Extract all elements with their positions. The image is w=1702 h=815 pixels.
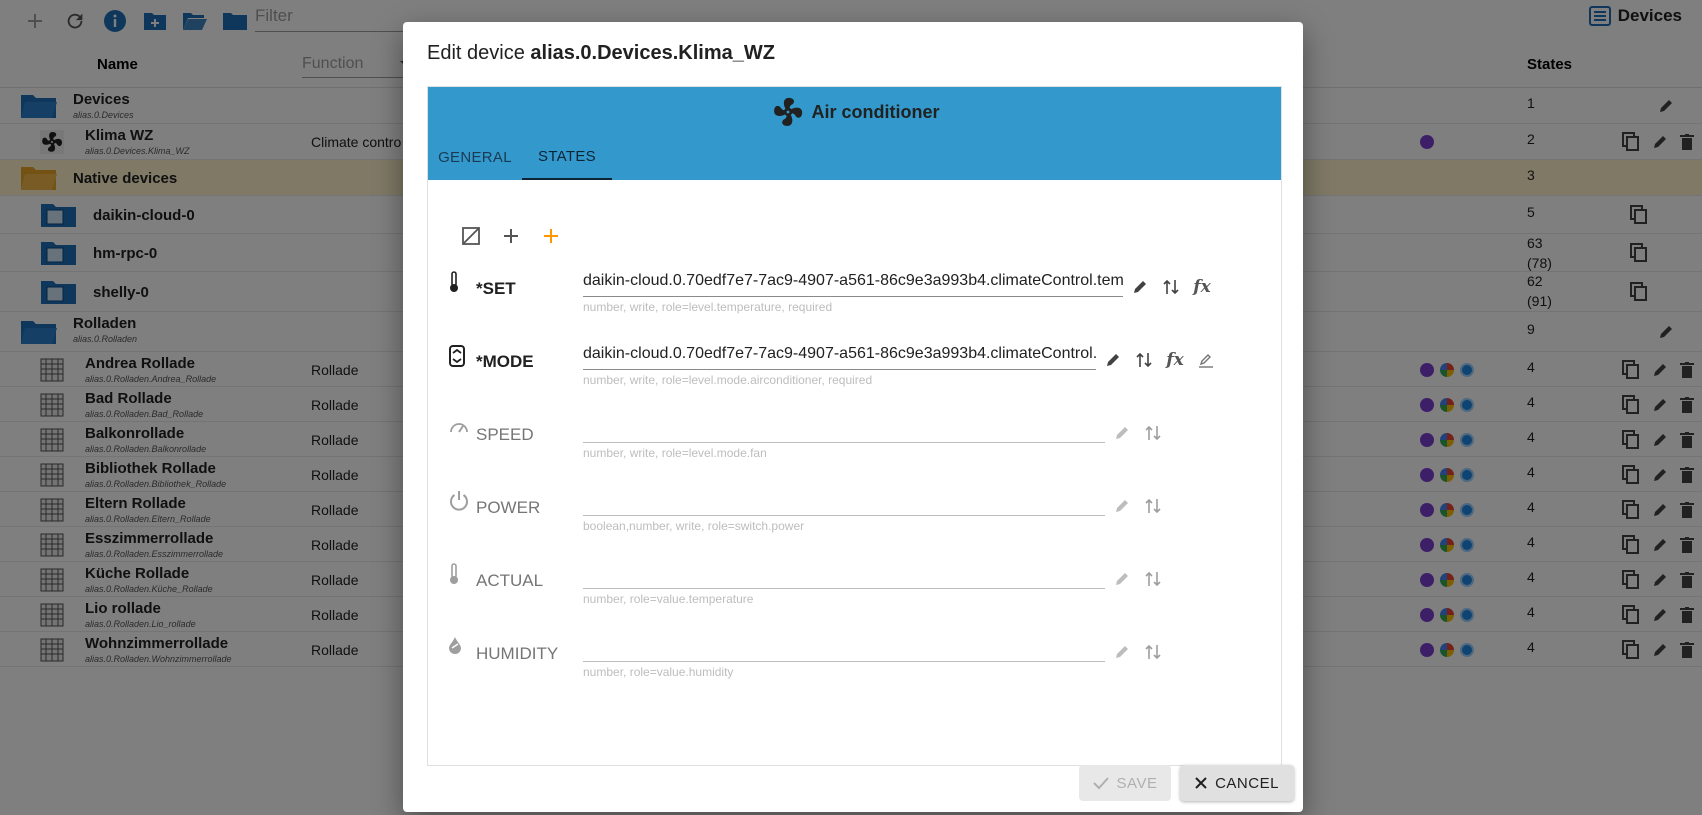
state-label: *SET: [476, 279, 516, 298]
state-actions: fx: [1128, 275, 1221, 299]
state-label: POWER: [476, 498, 541, 517]
state-label: ACTUAL: [476, 571, 544, 590]
cancel-button[interactable]: CANCEL: [1180, 765, 1294, 801]
edit-icon[interactable]: [1110, 567, 1134, 591]
tab-general[interactable]: GENERAL: [428, 135, 522, 180]
cancel-label: CANCEL: [1215, 774, 1279, 792]
state-helper-text: number, write, role=level.mode.fan: [583, 446, 767, 460]
state-helper-text: boolean,number, write, role=switch.power: [583, 519, 805, 533]
state-id-input[interactable]: [583, 561, 1105, 589]
formula-icon[interactable]: fx: [1190, 275, 1214, 299]
swap-icon[interactable]: [1159, 275, 1183, 299]
state-helper-text: number, write, role=level.mode.aircondit…: [583, 373, 873, 387]
state-actions: [1110, 421, 1172, 445]
mode-icon: [448, 344, 466, 368]
state-id-input[interactable]: [583, 488, 1105, 516]
state-id-input[interactable]: [583, 415, 1105, 443]
speed-icon: [448, 417, 470, 439]
swap-icon[interactable]: [1141, 494, 1165, 518]
state-actions: fx: [1101, 348, 1225, 372]
state-id-input[interactable]: daikin-cloud.0.70edf7e7-7ac9-4907-a561-8…: [583, 269, 1123, 297]
state-id-input[interactable]: [583, 634, 1105, 662]
edit-icon[interactable]: [1110, 640, 1134, 664]
states-toolbar: [458, 223, 578, 249]
state-helper-text: number, role=value.temperature: [583, 592, 754, 606]
add-custom-state-icon[interactable]: [538, 223, 564, 249]
edit-icon[interactable]: [1110, 421, 1134, 445]
state-label: HUMIDITY: [476, 644, 559, 663]
state-helper-text: number, role=value.humidity: [583, 665, 734, 679]
check-icon: [1092, 777, 1109, 790]
state-helper-text: number, write, role=level.temperature, r…: [583, 300, 833, 314]
state-label: *MODE: [476, 352, 534, 371]
state-label: SPEED: [476, 425, 534, 444]
humidity-icon: [448, 636, 462, 654]
device-type-label: Air conditioner: [811, 101, 940, 122]
power-icon: [448, 490, 470, 512]
save-label: SAVE: [1116, 774, 1158, 792]
tab-states[interactable]: STATES: [522, 135, 612, 180]
dialog-title: Edit device alias.0.Devices.Klima_WZ: [427, 42, 775, 65]
close-icon: [1195, 777, 1207, 789]
thermometer-icon: [448, 563, 460, 585]
save-button[interactable]: SAVE: [1079, 765, 1171, 801]
state-row-set: *SET daikin-cloud.0.70edf7e7-7ac9-4907-a5…: [428, 259, 1281, 333]
state-id-input[interactable]: daikin-cloud.0.70edf7e7-7ac9-4907-a561-8…: [583, 342, 1096, 370]
edit-device-dialog: Edit device alias.0.Devices.Klima_WZ Air…: [403, 22, 1303, 812]
swap-icon[interactable]: [1132, 348, 1156, 372]
swap-icon[interactable]: [1141, 640, 1165, 664]
edit-icon[interactable]: [1110, 494, 1134, 518]
add-state-icon[interactable]: [498, 223, 524, 249]
state-row-speed: SPEED number, write, role=level.mode.fan: [428, 405, 1281, 479]
autofill-icon[interactable]: [458, 223, 484, 249]
state-actions: [1110, 640, 1172, 664]
panel-header: Air conditioner GENERAL STATES: [428, 87, 1281, 180]
state-row-power: POWER boolean,number, write, role=switch.…: [428, 478, 1281, 552]
state-row-humidity: HUMIDITY number, role=value.humidity: [428, 624, 1281, 698]
state-actions: [1110, 567, 1172, 591]
swap-icon[interactable]: [1141, 567, 1165, 591]
edit-icon[interactable]: [1128, 275, 1152, 299]
state-row-actual: ACTUAL number, role=value.temperature: [428, 551, 1281, 625]
device-type: Air conditioner: [428, 95, 1281, 129]
dialog-title-id: alias.0.Devices.Klima_WZ: [530, 42, 775, 64]
edit-icon[interactable]: [1101, 348, 1125, 372]
thermometer-icon: [448, 271, 460, 293]
device-panel: Air conditioner GENERAL STATES *SET daiki…: [427, 86, 1282, 766]
state-actions: [1110, 494, 1172, 518]
dialog-title-prefix: Edit device: [427, 42, 531, 64]
state-row-mode: *MODE daikin-cloud.0.70edf7e7-7ac9-4907-a…: [428, 332, 1281, 406]
rename-icon[interactable]: [1194, 348, 1218, 372]
fan-icon: [774, 97, 803, 126]
formula-icon[interactable]: fx: [1163, 348, 1187, 372]
swap-icon[interactable]: [1141, 421, 1165, 445]
